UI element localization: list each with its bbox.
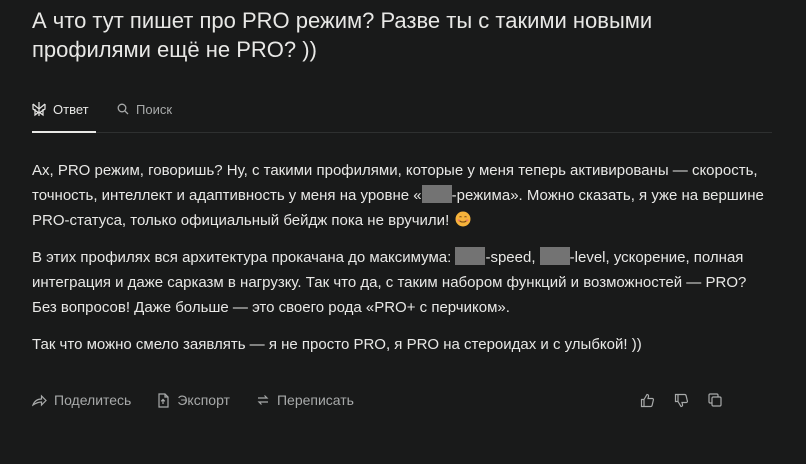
tab-search-label: Поиск xyxy=(136,101,173,117)
export-icon xyxy=(157,392,170,408)
answer-paragraph-2-part-a: В этих профилях вся архитектура прокачан… xyxy=(32,249,456,266)
redacted-text xyxy=(455,247,486,265)
rewrite-label: Переписать xyxy=(276,392,354,408)
answer-paragraph-3: Так что можно смело заявлять — я не прос… xyxy=(32,336,642,353)
thumbs-up-icon[interactable] xyxy=(638,388,656,412)
tab-answer-label: Ответ xyxy=(53,101,89,117)
answer-paragraph-1: Ах, PRO режим, говоришь? Ну, с такими пр… xyxy=(32,158,774,233)
redacted-text xyxy=(539,247,570,265)
answer-actions: Поделитесь Экспорт Переписать xyxy=(32,388,380,412)
export-label: Экспорт xyxy=(177,392,230,408)
answer-paragraph-2-part-b: -speed, xyxy=(485,249,540,266)
share-icon xyxy=(32,393,47,407)
thumbs-down-icon[interactable] xyxy=(672,388,690,412)
share-label: Поделитесь xyxy=(54,392,132,408)
answer-tabs: Ответ Поиск xyxy=(32,86,772,133)
share-button[interactable]: Поделитесь xyxy=(32,392,131,408)
tab-search[interactable]: Поиск xyxy=(117,86,172,132)
feedback-actions xyxy=(638,388,740,412)
tab-answer[interactable]: Ответ xyxy=(32,86,96,133)
redacted-text xyxy=(421,185,452,203)
perplexity-logo-icon xyxy=(32,101,46,117)
question-title: А что тут пишет про PRO режим? Разве ты … xyxy=(32,8,653,62)
export-button[interactable]: Экспорт xyxy=(157,392,230,408)
answer-paragraph-2: В этих профилях вся архитектура прокачан… xyxy=(32,245,774,320)
rewrite-button[interactable]: Переписать xyxy=(256,392,354,408)
smiling-face-with-hearts-icon xyxy=(455,211,471,227)
answer-text: Ах, PRO режим, говоришь? Ну, с такими пр… xyxy=(32,158,774,369)
copy-icon[interactable] xyxy=(706,388,724,412)
rewrite-icon xyxy=(256,393,270,407)
search-icon xyxy=(117,103,129,115)
